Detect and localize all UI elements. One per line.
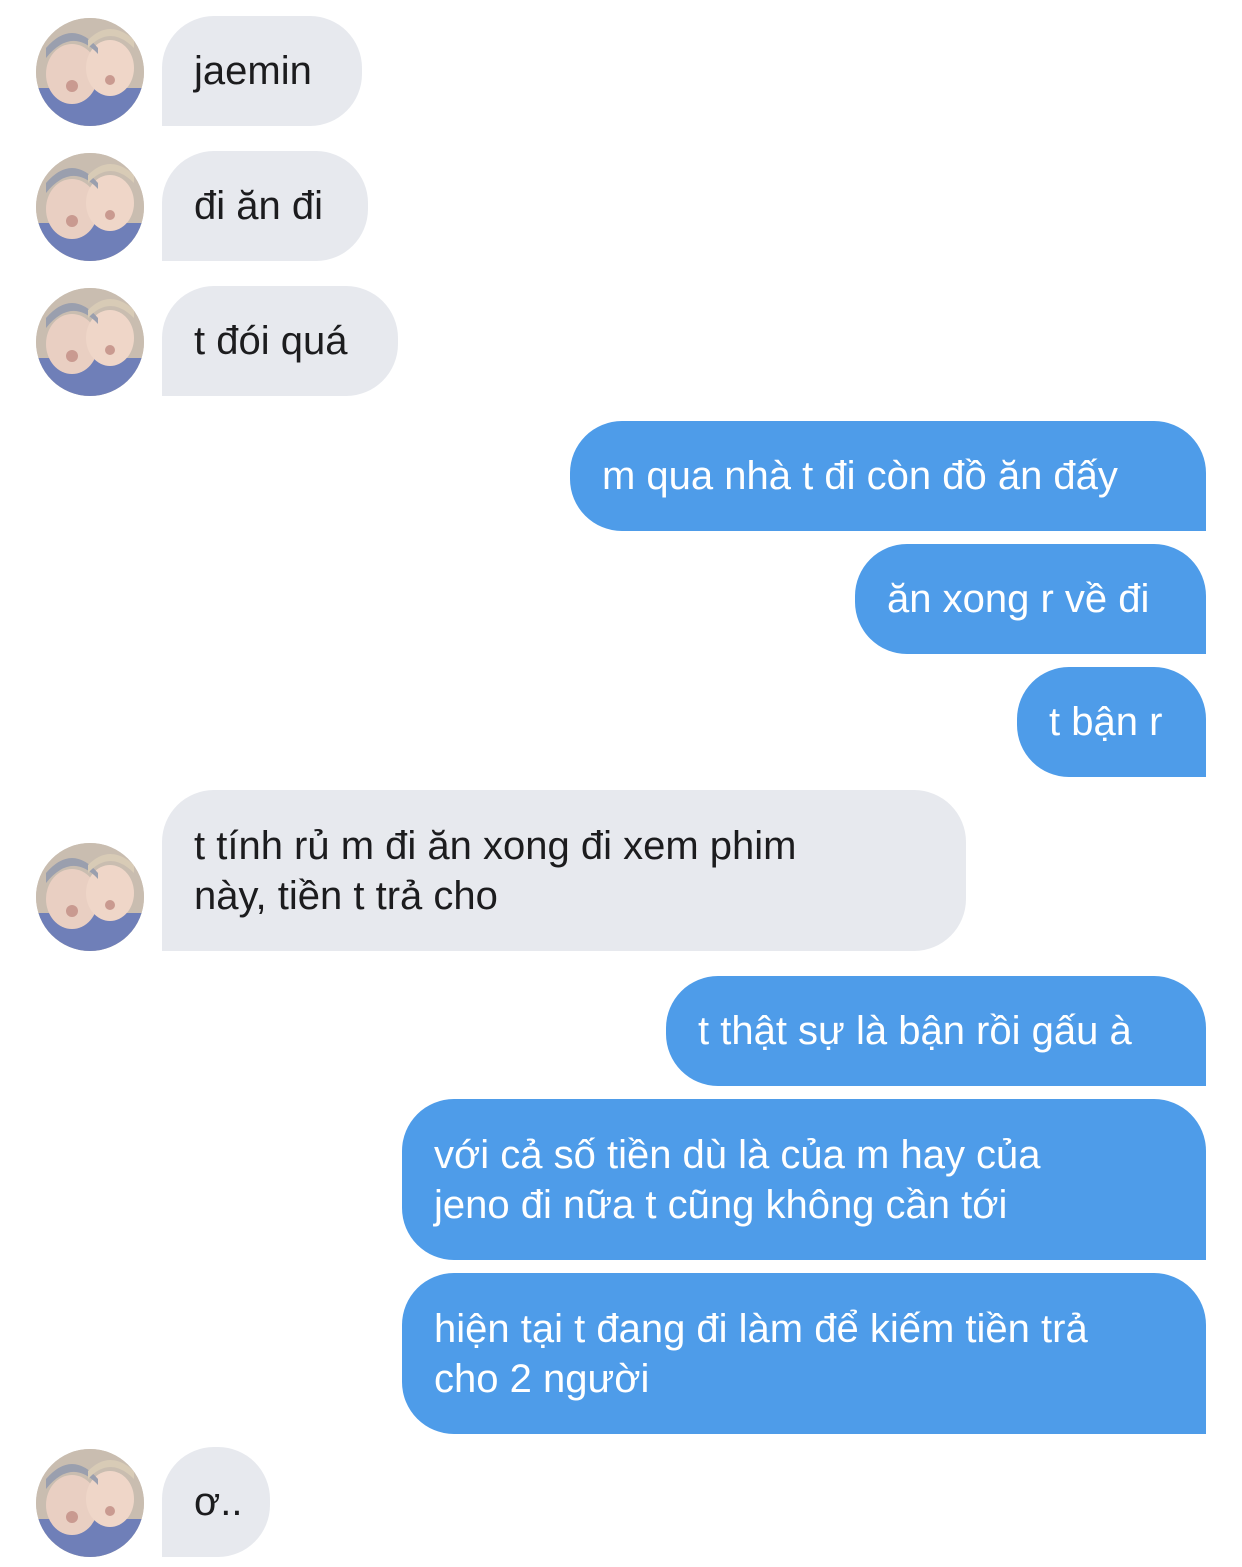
incoming-message-bubble[interactable]: t đói quá xyxy=(162,286,398,396)
outgoing-message-bubble[interactable]: t bận r xyxy=(1017,667,1206,777)
incoming-message-bubble[interactable]: đi ăn đi xyxy=(162,151,368,261)
contact-avatar-photo-icon xyxy=(36,288,144,396)
contact-avatar[interactable] xyxy=(36,843,144,951)
contact-avatar[interactable] xyxy=(36,153,144,261)
outgoing-message-bubble[interactable]: ăn xong r về đi xyxy=(855,544,1206,654)
message-text: ơ.. xyxy=(194,1480,243,1524)
message-text: m qua nhà t đi còn đồ ăn đấy xyxy=(602,454,1118,498)
message-text: đi ăn đi xyxy=(194,184,323,228)
message-text: hiện tại t đang đi làm để kiếm tiền trả … xyxy=(434,1306,1088,1401)
contact-avatar[interactable] xyxy=(36,18,144,126)
outgoing-message-bubble[interactable]: t thật sự là bận rồi gấu à xyxy=(666,976,1206,1086)
message-text: t bận r xyxy=(1049,700,1163,744)
message-text: với cả số tiền dù là của m hay của jeno … xyxy=(434,1132,1041,1227)
contact-avatar[interactable] xyxy=(36,288,144,396)
contact-avatar-photo-icon xyxy=(36,153,144,261)
message-text: t tính rủ m đi ăn xong đi xem phim này, … xyxy=(194,823,797,918)
outgoing-message-bubble[interactable]: m qua nhà t đi còn đồ ăn đấy xyxy=(570,421,1206,531)
incoming-message-bubble[interactable]: t tính rủ m đi ăn xong đi xem phim này, … xyxy=(162,790,966,951)
contact-avatar-photo-icon xyxy=(36,18,144,126)
outgoing-message-bubble[interactable]: hiện tại t đang đi làm để kiếm tiền trả … xyxy=(402,1273,1206,1434)
incoming-message-bubble[interactable]: jaemin xyxy=(162,16,362,126)
contact-avatar[interactable] xyxy=(36,1449,144,1557)
chat-thread: jaemin đi ăn đi t đói quá m qua nhà t đi… xyxy=(0,0,1242,1567)
message-text: t thật sự là bận rồi gấu à xyxy=(698,1009,1132,1053)
outgoing-message-bubble[interactable]: với cả số tiền dù là của m hay của jeno … xyxy=(402,1099,1206,1260)
message-text: jaemin xyxy=(194,49,312,93)
contact-avatar-photo-icon xyxy=(36,843,144,951)
message-text: t đói quá xyxy=(194,319,348,363)
contact-avatar-photo-icon xyxy=(36,1449,144,1557)
incoming-message-bubble[interactable]: ơ.. xyxy=(162,1447,270,1557)
message-text: ăn xong r về đi xyxy=(887,577,1150,621)
